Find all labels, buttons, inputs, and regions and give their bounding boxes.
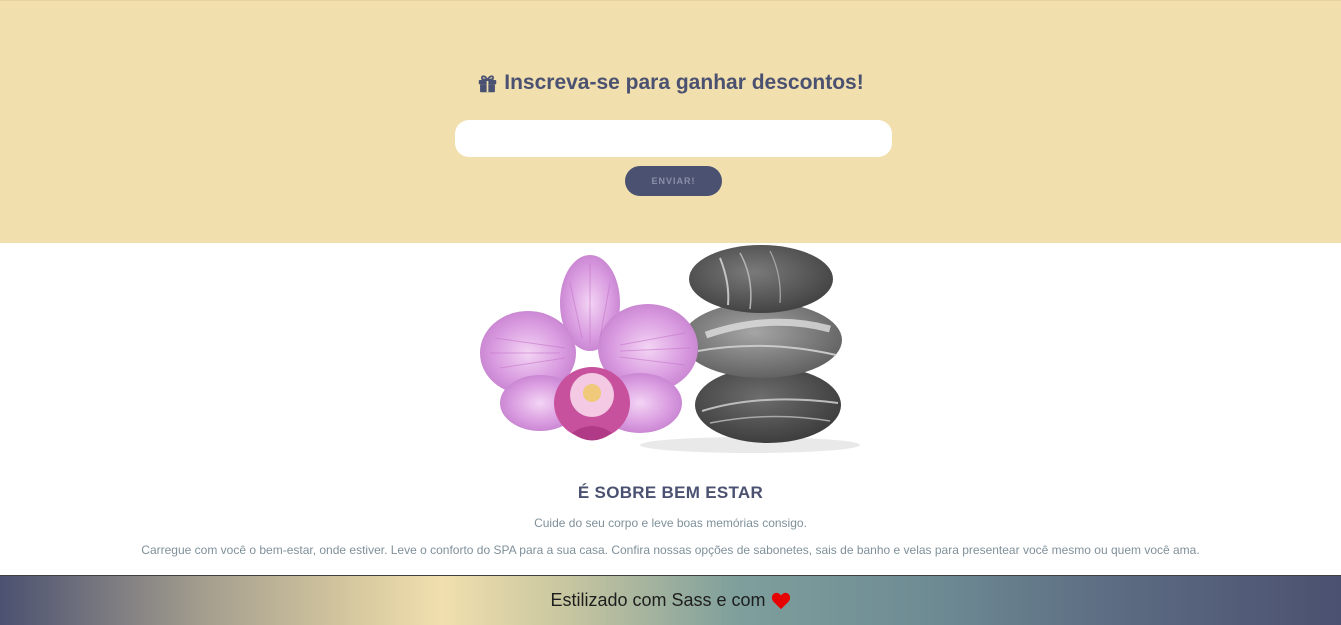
hero-image <box>480 245 860 453</box>
section-title: É SOBRE BEM ESTAR <box>577 483 764 502</box>
section-description: Carregue com você o bem-estar, onde esti… <box>141 543 1200 557</box>
send-button[interactable]: ENVIAR! <box>625 166 722 196</box>
section-subtitle: Cuide do seu corpo e leve boas memórias … <box>534 516 807 530</box>
footer-text: Estilizado com Sass e com <box>550 590 766 610</box>
heart-icon <box>771 592 790 609</box>
footer: Estilizado com Sass e com <box>0 575 1341 625</box>
email-input[interactable] <box>455 120 892 157</box>
newsletter-section: Inscreva-se para ganhar descontos! ENVIA… <box>0 0 1341 243</box>
gift-icon <box>479 74 497 92</box>
newsletter-title: Inscreva-se para ganhar descontos! <box>0 71 1341 95</box>
newsletter-title-text: Inscreva-se para ganhar descontos! <box>504 71 864 94</box>
